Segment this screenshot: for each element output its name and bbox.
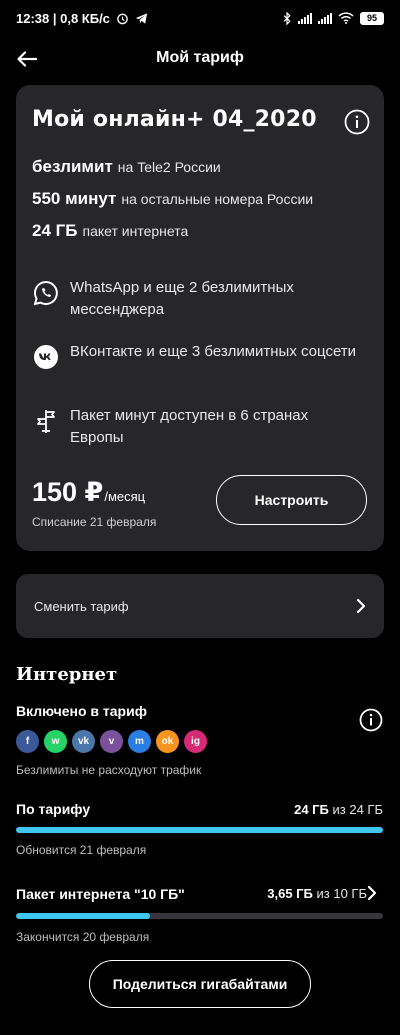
- tariff-of: из 24 ГБ: [332, 802, 383, 817]
- perk-roaming: Пакет минут доступен в 6 странах Европы: [32, 405, 362, 449]
- battery-icon: 95: [360, 11, 384, 25]
- vk-icon: [34, 345, 58, 369]
- perk-social: ВКонтакте и еще 3 безлимитных соцсети: [32, 341, 362, 371]
- vk-icon: vk: [72, 730, 95, 753]
- chevron-right-icon[interactable]: [366, 885, 378, 901]
- back-button[interactable]: [12, 44, 42, 74]
- feature-value: 550 минут: [32, 189, 117, 208]
- alarm-icon: [117, 13, 128, 24]
- configure-button[interactable]: Настроить: [216, 475, 367, 525]
- feature-minutes: 550 минут на остальные номера России: [32, 189, 313, 209]
- change-tariff-label: Сменить тариф: [34, 598, 129, 614]
- feature-unlimited: безлимит на Tele2 России: [32, 157, 221, 177]
- social-icons-row: f w vk v m ok ig: [16, 730, 207, 753]
- internet-section-title: Интернет: [16, 664, 118, 685]
- tariff-usage-value: 24 ГБ из 24 ГБ: [294, 802, 383, 817]
- feature-desc: пакет интернета: [82, 223, 189, 239]
- signal-icon-2: [318, 12, 332, 24]
- viber-icon: v: [100, 730, 123, 753]
- charge-date: Списание 21 февраля: [32, 515, 157, 529]
- app-bar: Мой тариф: [0, 36, 400, 80]
- unlimited-note: Безлимиты не расходуют трафик: [16, 763, 202, 777]
- status-left: 12:38 | 0,8 КБ/с: [16, 11, 148, 26]
- share-gigabytes-button[interactable]: Поделиться гигабайтами: [89, 960, 311, 1008]
- feature-internet: 24 ГБ пакет интернета: [32, 221, 188, 241]
- package-used: 3,65 ГБ: [267, 886, 313, 901]
- perk-text: ВКонтакте и еще 3 безлимитных соцсети: [70, 343, 357, 360]
- wifi-icon: [338, 12, 354, 24]
- change-tariff-row[interactable]: Сменить тариф: [16, 574, 384, 638]
- status-right: 95: [282, 11, 384, 25]
- perk-messengers: WhatsApp и еще 2 безлимитных мессенджера: [32, 277, 362, 321]
- perk-text: WhatsApp и еще 2 безлимитных мессенджера: [70, 279, 294, 318]
- plan-card: Мой онлайн+ 04_2020 безлимит на Tele2 Рос…: [16, 85, 384, 551]
- feature-value: безлимит: [32, 157, 113, 176]
- info-icon[interactable]: [344, 109, 370, 135]
- price-row: 150 ₽ /месяц: [32, 477, 145, 508]
- signal-icon: [298, 12, 312, 24]
- messenger-icon: m: [128, 730, 151, 753]
- flag-signpost-icon: [37, 410, 55, 433]
- facebook-icon: f: [16, 730, 39, 753]
- odnoklassniki-icon: ok: [156, 730, 179, 753]
- page-title: Мой тариф: [156, 49, 244, 66]
- status-time-speed: 12:38 | 0,8 КБ/с: [16, 10, 110, 26]
- plan-name: Мой онлайн+ 04_2020: [32, 107, 317, 132]
- instagram-icon: ig: [184, 730, 207, 753]
- status-bar: 12:38 | 0,8 КБ/с 95: [0, 0, 400, 36]
- package-usage-note: Закончится 20 февраля: [16, 930, 150, 944]
- tariff-usage-note: Обновится 21 февраля: [16, 843, 147, 857]
- tariff-progress-bar: [16, 827, 383, 833]
- tariff-usage-title: По тарифу: [16, 801, 91, 817]
- bluetooth-icon: [283, 11, 291, 25]
- package-of: из 10 ГБ: [316, 886, 367, 901]
- package-progress-bar: [16, 913, 383, 919]
- telegram-icon: [135, 12, 147, 24]
- chevron-right-icon: [356, 598, 366, 614]
- info-icon-included[interactable]: [359, 708, 383, 732]
- included-title: Включено в тариф: [16, 703, 147, 719]
- perk-text: Пакет минут доступен в 6 странах Европы: [70, 407, 309, 446]
- feature-desc: на Tele2 России: [117, 159, 221, 175]
- price-value: 150 ₽: [32, 477, 104, 507]
- arrow-left-icon: [17, 51, 37, 67]
- tariff-used: 24 ГБ: [294, 802, 329, 817]
- package-progress-fill: [16, 913, 150, 919]
- package-usage-value: 3,65 ГБ из 10 ГБ: [267, 886, 367, 901]
- whatsapp-icon: [33, 280, 58, 306]
- tariff-progress-fill: [16, 827, 383, 833]
- price-unit: /месяц: [104, 489, 146, 504]
- whatsapp-icon: w: [44, 730, 67, 753]
- package-usage-title[interactable]: Пакет интернета "10 ГБ": [16, 886, 185, 902]
- feature-desc: на остальные номера России: [121, 191, 314, 207]
- feature-value: 24 ГБ: [32, 221, 78, 240]
